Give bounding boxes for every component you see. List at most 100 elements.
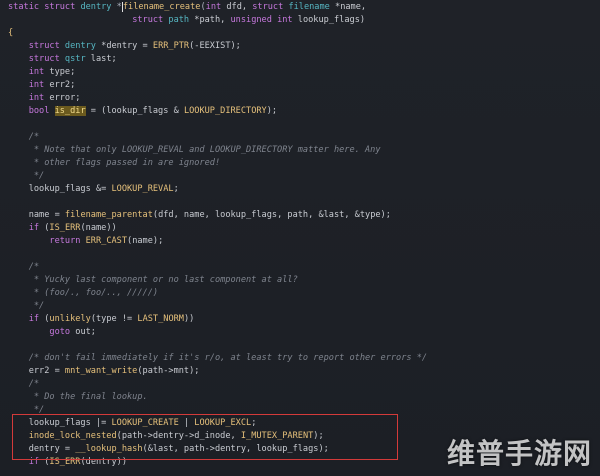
code-line[interactable]: bool is_dir = (lookup_flags & LOOKUP_DIR… xyxy=(8,105,598,118)
code-token: ERR_PTR xyxy=(152,41,190,51)
code-token: * Note that only LOOKUP_REVAL and LOOKUP… xyxy=(8,145,381,155)
code-line[interactable]: int error; xyxy=(8,92,598,105)
code-line[interactable]: * Do the final lookup. xyxy=(8,391,598,404)
code-line[interactable]: struct qstr last; xyxy=(8,53,598,66)
code-token: filename_create xyxy=(122,2,201,12)
code-line[interactable]: * (foo/., foo/.., /////) xyxy=(8,287,598,300)
code-token: unsigned xyxy=(230,15,278,25)
code-line[interactable]: static struct dentry *filename_create(in… xyxy=(8,1,598,14)
code-line[interactable]: err2 = mnt_want_write(path->mnt); xyxy=(8,365,598,378)
code-editor[interactable]: static struct dentry *filename_create(in… xyxy=(0,0,600,476)
code-token: (name)) xyxy=(80,223,117,233)
code-token: I_MUTEX_PARENT xyxy=(240,431,314,441)
code-token: if xyxy=(28,457,45,467)
code-line[interactable]: */ xyxy=(8,300,598,313)
code-token: struct xyxy=(28,41,65,51)
code-token: *path, xyxy=(194,15,231,25)
code-token: | xyxy=(178,418,195,428)
code-token: int xyxy=(277,15,298,25)
code-token: LOOKUP_EXCL xyxy=(194,418,252,428)
code-token: int xyxy=(28,93,50,103)
code-token: filename xyxy=(288,2,336,12)
code-line[interactable] xyxy=(8,118,598,131)
code-token: (type != xyxy=(90,314,138,324)
code-token: type; xyxy=(49,67,76,77)
code-token: )) xyxy=(183,314,195,324)
code-token: (path->dentry->d_inode, xyxy=(116,431,241,441)
code-token: ); xyxy=(313,431,324,441)
code-line[interactable] xyxy=(8,248,598,261)
code-token: out; xyxy=(75,327,96,337)
code-line[interactable]: lookup_flags |= LOOKUP_CREATE | LOOKUP_E… xyxy=(8,417,598,430)
code-token: { xyxy=(8,28,14,38)
code-token: lookup_flags &= xyxy=(8,184,112,194)
code-line[interactable]: name = filename_parentat(dfd, name, look… xyxy=(8,209,598,222)
code-token: mnt_want_write xyxy=(64,366,138,376)
code-line[interactable] xyxy=(8,196,598,209)
code-token: lookup_flags) xyxy=(297,15,366,25)
code-line[interactable]: */ xyxy=(8,404,598,417)
code-token: ; xyxy=(173,184,179,194)
code-token: err2 = xyxy=(8,366,65,376)
code-token: int xyxy=(205,2,227,12)
code-token: ); xyxy=(266,106,278,116)
code-token: int xyxy=(28,67,50,77)
code-token: dfd, xyxy=(226,2,253,12)
code-token: path xyxy=(168,15,195,25)
code-line[interactable]: lookup_flags &= LOOKUP_REVAL; xyxy=(8,183,598,196)
code-line[interactable]: /* don't fail immediately if it's r/o, a… xyxy=(8,352,598,365)
code-line[interactable]: if (IS_ERR(name)) xyxy=(8,222,598,235)
code-line[interactable]: if (unlikely(type != LAST_NORM)) xyxy=(8,313,598,326)
code-token: filename_parentat xyxy=(64,210,153,220)
code-token: dentry xyxy=(64,41,102,51)
code-token: unlikely xyxy=(49,314,91,324)
code-token: /* xyxy=(8,379,40,389)
code-line[interactable]: * other flags passed in are ignored! xyxy=(8,157,598,170)
code-token: (name); xyxy=(127,236,164,246)
code-token: LOOKUP_CREATE xyxy=(111,418,179,428)
code-line[interactable]: /* xyxy=(8,131,598,144)
code-area[interactable]: static struct dentry *filename_create(in… xyxy=(8,1,598,469)
code-token: LAST_NORM xyxy=(137,314,184,324)
code-line[interactable]: int err2; xyxy=(8,79,598,92)
code-token: /* don't fail immediately if it's r/o, a… xyxy=(8,353,428,363)
code-token: struct xyxy=(44,2,81,12)
code-token: ; xyxy=(251,418,257,428)
code-line[interactable]: return ERR_CAST(name); xyxy=(8,235,598,248)
code-token: return xyxy=(49,236,86,246)
code-token: qstr xyxy=(64,54,91,64)
code-line[interactable]: struct dentry *dentry = ERR_PTR(-EEXIST)… xyxy=(8,40,598,53)
code-line[interactable]: struct path *path, unsigned int lookup_f… xyxy=(8,14,598,27)
code-token: /* xyxy=(8,132,40,142)
code-line[interactable] xyxy=(8,339,598,352)
code-line[interactable]: /* xyxy=(8,261,598,274)
code-token: * other flags passed in are ignored! xyxy=(8,158,221,168)
code-token: error; xyxy=(49,93,81,103)
code-token: *dentry = xyxy=(101,41,153,51)
code-token: is_dir xyxy=(54,106,86,116)
code-line[interactable]: { xyxy=(8,27,598,40)
code-token: lookup_flags |= xyxy=(8,418,112,428)
code-line[interactable]: * Note that only LOOKUP_REVAL and LOOKUP… xyxy=(8,144,598,157)
code-token: (-EEXIST); xyxy=(189,41,241,51)
code-token: = (lookup_flags & xyxy=(85,106,184,116)
code-line[interactable]: int type; xyxy=(8,66,598,79)
watermark-logo: 维普手游网 xyxy=(446,437,592,470)
code-line[interactable]: * Yucky last component or no last compon… xyxy=(8,274,598,287)
code-token: dentry = xyxy=(8,444,76,454)
code-token: * (foo/., foo/.., /////) xyxy=(8,288,159,298)
code-line[interactable]: /* xyxy=(8,378,598,391)
code-token: if xyxy=(28,314,45,324)
code-token: LOOKUP_REVAL xyxy=(111,184,174,194)
code-line[interactable]: */ xyxy=(8,170,598,183)
code-line[interactable]: goto out; xyxy=(8,326,598,339)
